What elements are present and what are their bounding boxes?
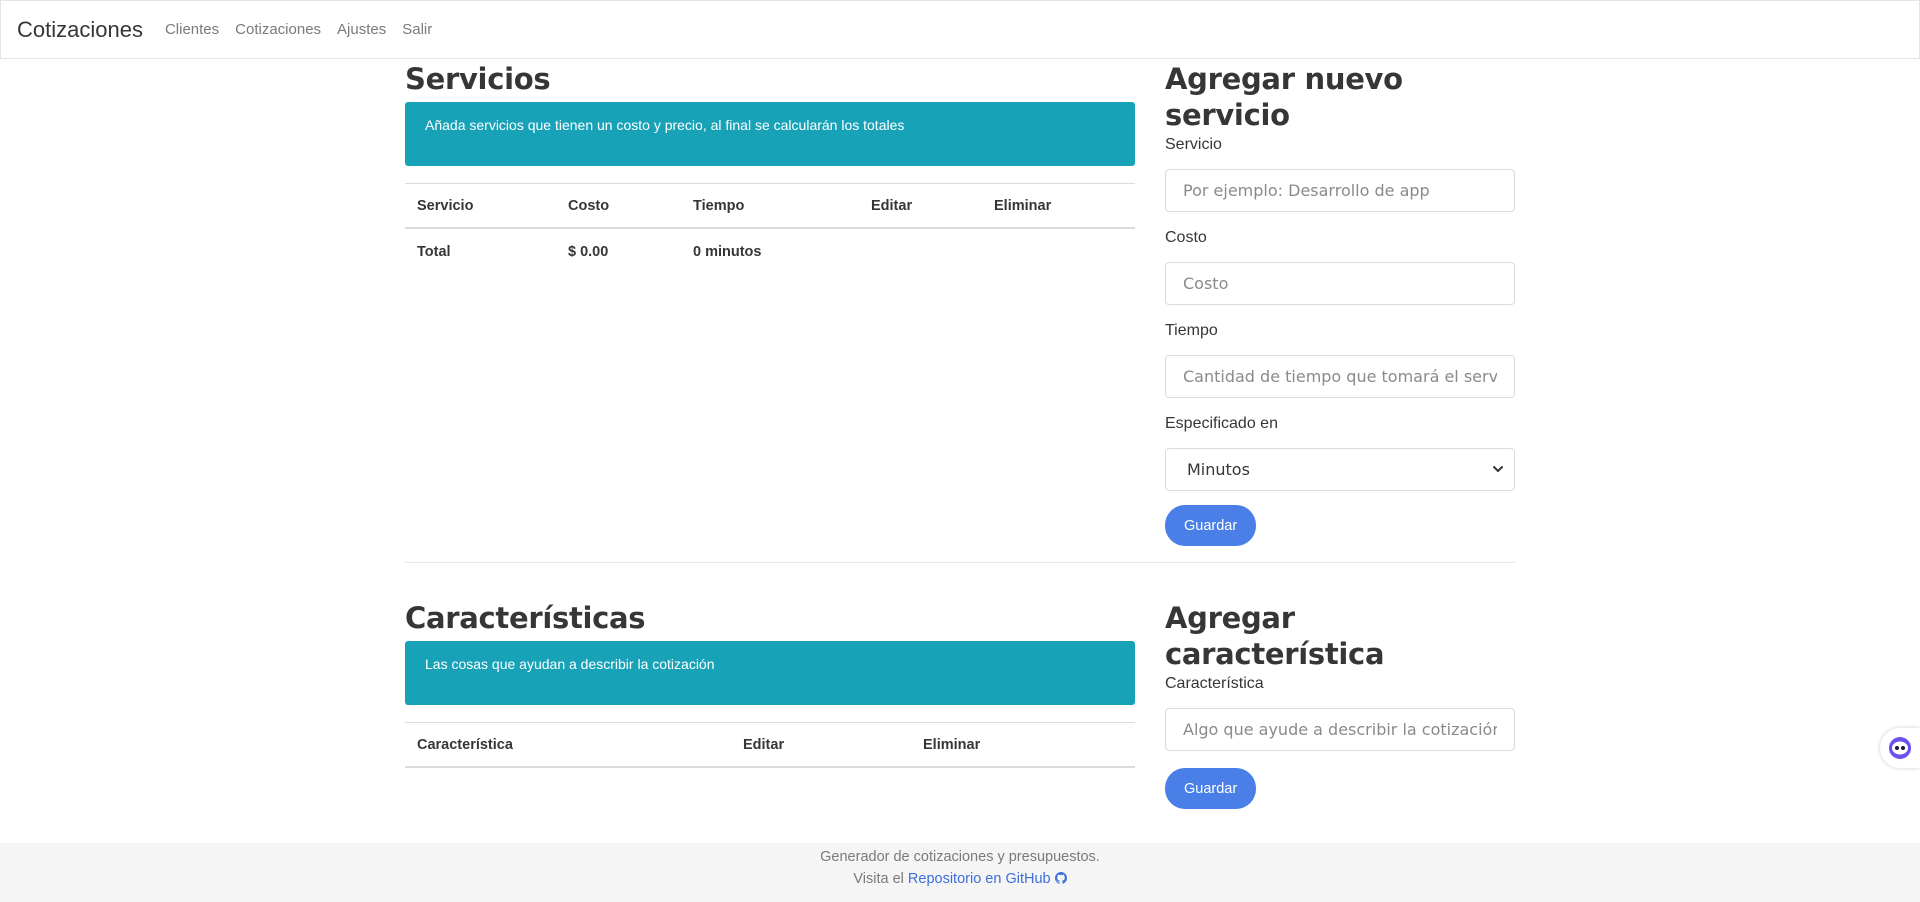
github-repo-link-text[interactable]: Repositorio en GitHub <box>908 871 1051 887</box>
main-content: Servicios Añada servicios que tienen un … <box>405 59 1515 809</box>
features-notice: Las cosas que ayudan a describir la coti… <box>405 641 1135 705</box>
chevron-down-icon <box>1493 466 1503 472</box>
total-cost: $ 0.00 <box>568 244 609 260</box>
total-row: Total $ 0.00 0 minutos <box>405 228 1135 275</box>
services-table: Servicio Costo Tiempo Editar Eliminar To… <box>405 183 1135 275</box>
add-service-form: Agregar nuevo servicio Servicio Costo Ti… <box>1165 59 1515 546</box>
features-header-row: Característica Editar Eliminar <box>405 722 1135 768</box>
column-header-caracteristica: Característica <box>405 722 731 768</box>
column-header-costo: Costo <box>556 183 681 229</box>
nav-link-cotizaciones[interactable]: Cotizaciones <box>235 21 321 38</box>
features-column: Características Las cosas que ayudan a d… <box>405 598 1135 809</box>
column-header-eliminar-feature: Eliminar <box>911 722 1135 768</box>
column-header-eliminar: Eliminar <box>982 183 1135 229</box>
total-time: 0 minutos <box>693 244 762 260</box>
add-service-title: Agregar nuevo servicio <box>1165 62 1403 132</box>
column-header-editar-feature: Editar <box>731 722 911 768</box>
total-label: Total <box>417 244 451 260</box>
services-title: Servicios <box>405 62 551 96</box>
service-input[interactable] <box>1165 169 1515 212</box>
section-divider <box>405 562 1515 563</box>
cost-label: Costo <box>1165 229 1207 246</box>
github-repo-link[interactable]: Repositorio en GitHub <box>908 871 1067 887</box>
column-header-editar: Editar <box>859 183 982 229</box>
feature-label: Característica <box>1165 675 1264 692</box>
features-title: Características <box>405 601 646 635</box>
service-label: Servicio <box>1165 136 1222 153</box>
nav-link-salir[interactable]: Salir <box>402 21 432 38</box>
cost-input[interactable] <box>1165 262 1515 305</box>
github-icon <box>1054 872 1067 884</box>
save-service-button[interactable]: Guardar <box>1165 505 1257 546</box>
save-feature-button[interactable]: Guardar <box>1165 768 1257 809</box>
footer-repo-line: Visita el Repositorio en GitHub <box>0 868 1920 890</box>
services-notice: Añada servicios que tienen un costo y pr… <box>405 102 1135 166</box>
time-label: Tiempo <box>1165 322 1218 339</box>
add-feature-title: Agregar característica <box>1165 601 1385 671</box>
column-header-servicio: Servicio <box>405 183 556 229</box>
nav-link-clientes[interactable]: Clientes <box>165 21 219 38</box>
features-section: Características Las cosas que ayudan a d… <box>405 598 1515 809</box>
navbar-brand[interactable]: Cotizaciones <box>17 17 143 43</box>
add-feature-form: Agregar característica Característica Gu… <box>1165 598 1515 809</box>
assistant-icon <box>1889 737 1911 759</box>
unit-select-value[interactable]: Minutos <box>1165 448 1515 491</box>
footer-visit-text: Visita el <box>853 871 904 887</box>
column-header-tiempo: Tiempo <box>681 183 859 229</box>
nav-link-ajustes[interactable]: Ajustes <box>337 21 386 38</box>
unit-select[interactable]: Minutos <box>1165 448 1515 491</box>
unit-label: Especificado en <box>1165 415 1278 432</box>
services-section: Servicios Añada servicios que tienen un … <box>405 59 1515 546</box>
assistant-button[interactable] <box>1880 728 1920 768</box>
footer-tagline: Generador de cotizaciones y presupuestos… <box>820 849 1100 865</box>
footer: Generador de cotizaciones y presupuestos… <box>0 843 1920 902</box>
services-header-row: Servicio Costo Tiempo Editar Eliminar <box>405 183 1135 229</box>
features-table: Característica Editar Eliminar <box>405 722 1135 768</box>
navbar: Cotizaciones Clientes Cotizaciones Ajust… <box>0 0 1920 59</box>
time-input[interactable] <box>1165 355 1515 398</box>
services-column: Servicios Añada servicios que tienen un … <box>405 59 1135 546</box>
feature-input[interactable] <box>1165 708 1515 751</box>
